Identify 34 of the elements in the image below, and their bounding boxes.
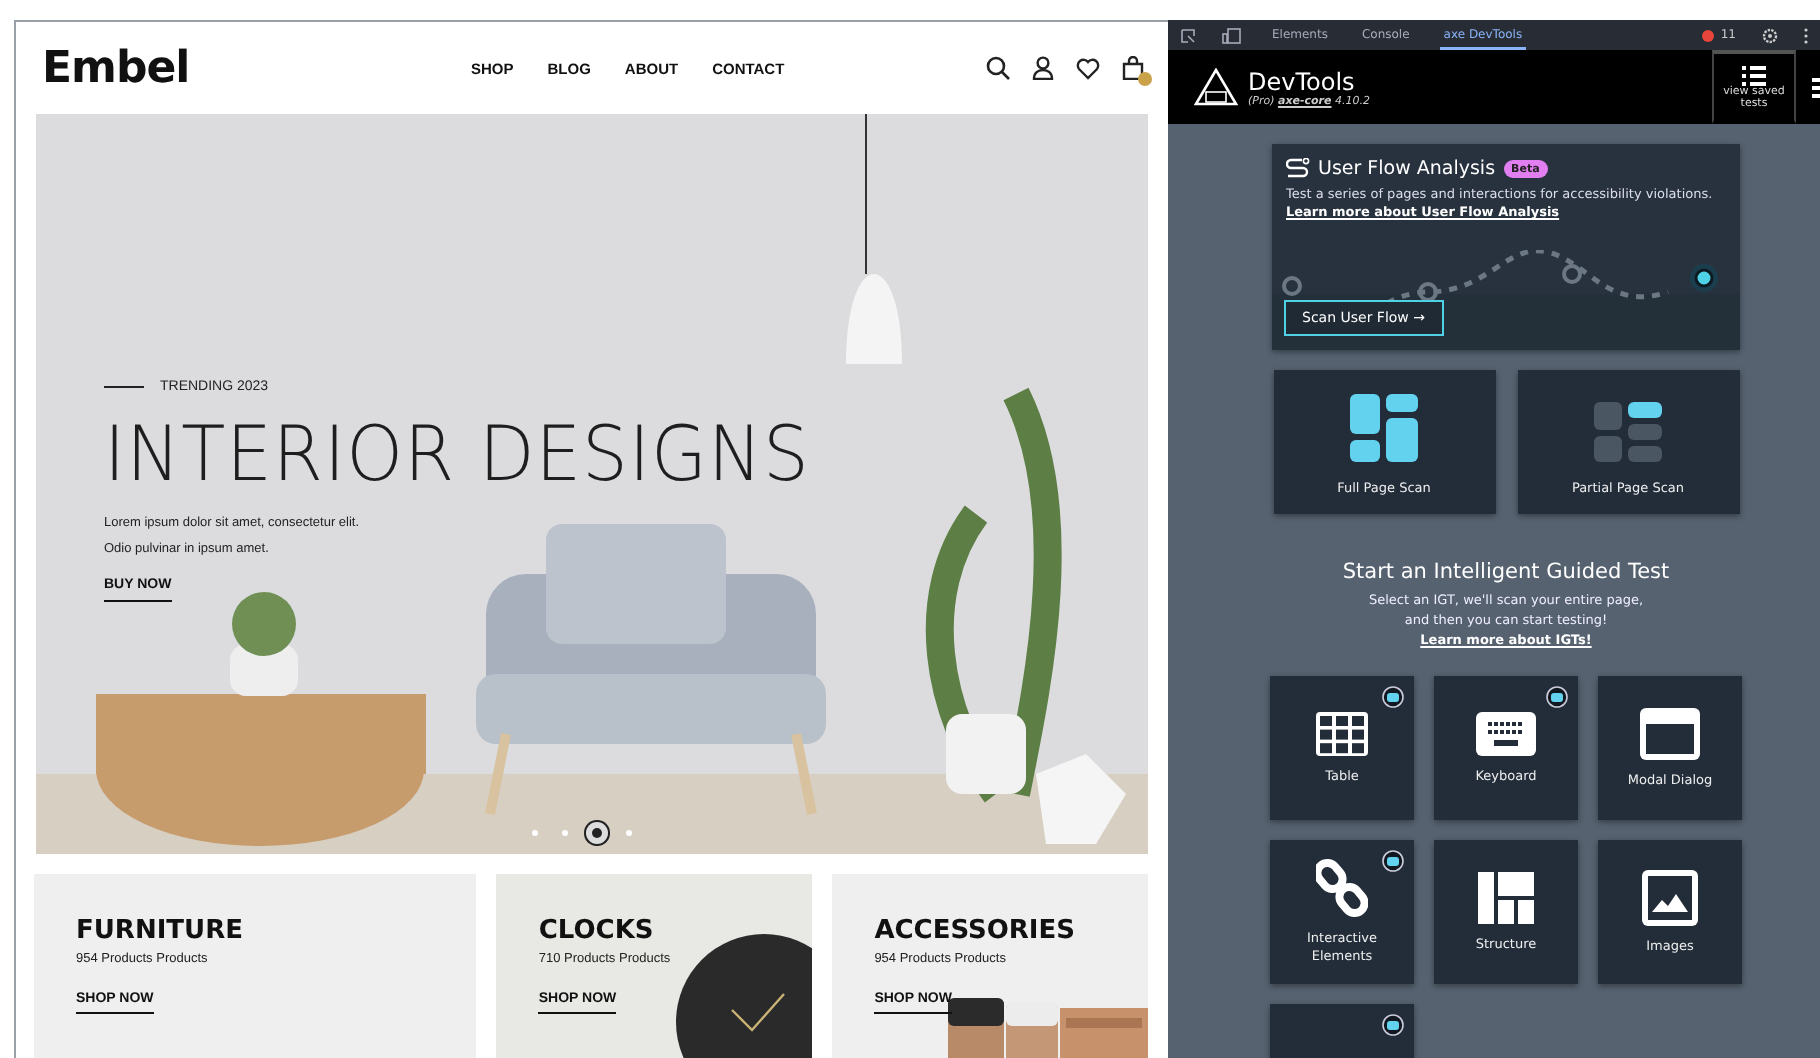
list-icon[interactable] — [1812, 77, 1820, 97]
keyboard-icon — [1476, 711, 1536, 755]
devtools-title: DevTools — [1248, 67, 1357, 95]
list-icon — [1742, 65, 1766, 85]
error-icon — [1702, 29, 1715, 41]
cart-count-badge — [1137, 72, 1152, 86]
igt-heading: Start an Intelligent Guided Test — [1342, 560, 1670, 584]
carousel-dot[interactable] — [626, 830, 632, 836]
image-icon — [1642, 869, 1698, 925]
heart-icon[interactable] — [1075, 57, 1100, 79]
window-icon — [1640, 707, 1700, 759]
flow-icon — [1286, 158, 1310, 180]
link-icon — [1316, 858, 1368, 918]
flow-title: User Flow Analysis — [1318, 158, 1496, 180]
layout-icon — [1478, 871, 1534, 923]
hero-title: INTERIOR DESIGNS — [104, 410, 810, 498]
settings-icon[interactable] — [1762, 27, 1778, 43]
clock-photo — [676, 934, 813, 1058]
search-icon[interactable] — [985, 56, 1010, 80]
carousel-dot[interactable] — [592, 828, 602, 838]
inspect-icon[interactable] — [1180, 27, 1196, 43]
layout-blocks-icon — [1348, 392, 1420, 464]
logo[interactable]: Embel — [42, 43, 190, 93]
carousel-dot[interactable] — [562, 830, 568, 836]
device-icon[interactable] — [1222, 27, 1242, 43]
axe-logo-icon — [1194, 67, 1238, 107]
category-title: FURNITURE — [76, 916, 243, 946]
category-title: ACCESSORIES — [874, 916, 1075, 946]
carousel-dot[interactable] — [532, 830, 538, 836]
table-icon — [1316, 711, 1368, 755]
category-title: CLOCKS — [538, 916, 654, 946]
shopping-bag-icon[interactable] — [1121, 56, 1144, 80]
layout-blocks-icon — [1592, 400, 1664, 464]
user-icon[interactable] — [1031, 56, 1054, 80]
